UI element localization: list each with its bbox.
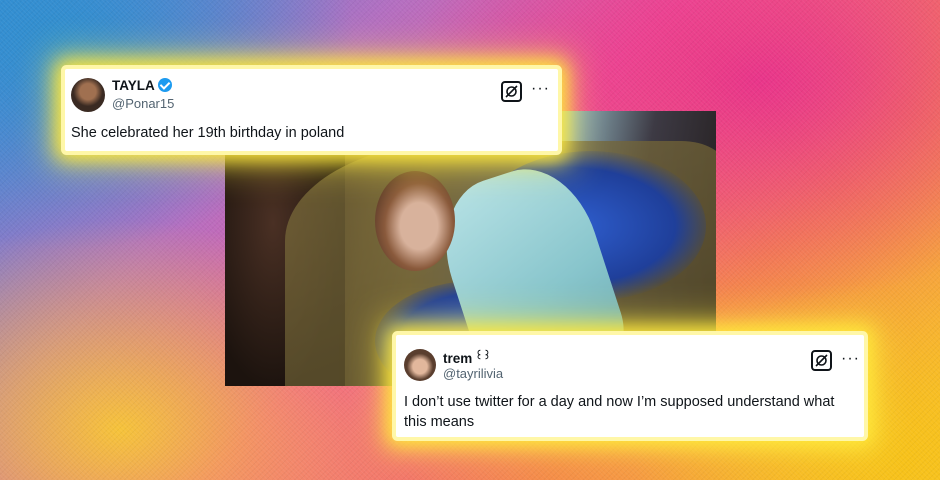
verified-badge-icon [157,78,172,92]
tweet-card-tayla[interactable]: TAYLA @Ponar15 ··· She celebrated her 19… [65,69,558,151]
more-options-icon[interactable]: ··· [841,351,860,367]
tweet-text: I don’t use twitter for a day and now I’… [404,394,835,430]
tweet-author-handle[interactable]: @Ponar15 [112,96,174,111]
tweet-author-name[interactable]: trem ꒰꒱ [443,349,491,366]
tweet-card-trem[interactable]: trem ꒰꒱ @tayrilivia ··· I don’t use twitt… [396,335,864,437]
tweet-author-name[interactable]: TAYLA [112,78,172,93]
grok-icon[interactable] [501,81,522,102]
more-options-icon[interactable]: ··· [531,81,550,97]
avatar[interactable] [404,349,436,381]
grok-icon[interactable] [811,350,832,371]
tweet-author-handle[interactable]: @tayrilivia [443,366,503,381]
tweet-text: She celebrated her 19th birthday in pola… [71,125,345,141]
name-emoji: ꒰꒱ [475,351,491,362]
avatar[interactable] [71,78,105,112]
